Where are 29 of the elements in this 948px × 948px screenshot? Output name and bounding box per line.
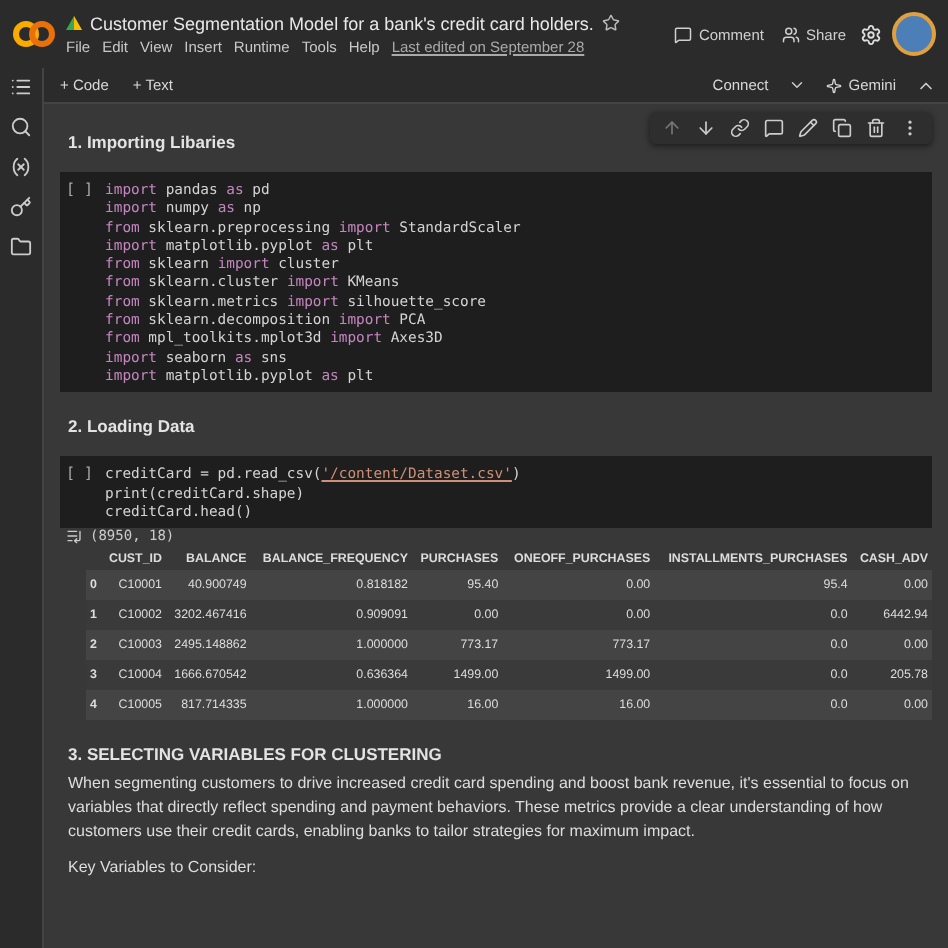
move-up-icon[interactable] [662, 118, 682, 138]
move-down-icon[interactable] [696, 118, 716, 138]
avatar[interactable] [892, 12, 936, 56]
link-icon[interactable] [730, 118, 750, 138]
delete-icon[interactable] [866, 118, 886, 138]
notebook-title[interactable]: Customer Segmentation Model for a bank's credit card holders. [90, 13, 594, 33]
edit-icon[interactable] [798, 118, 818, 138]
sparkle-icon [826, 77, 843, 93]
people-icon [781, 25, 800, 43]
section-heading: 2. Loading Data [66, 414, 197, 441]
section-heading: 1. Importing Libaries [66, 130, 238, 156]
drive-icon [66, 15, 82, 31]
variables-icon[interactable] [10, 156, 32, 178]
code-cell[interactable] [60, 172, 932, 393]
key-icon[interactable] [10, 196, 32, 218]
copy-icon[interactable] [832, 118, 852, 138]
folder-icon[interactable] [10, 236, 32, 258]
contents-icon[interactable] [10, 76, 32, 98]
paragraph: When segmenting customers to drive increased credit card spending and boost bank revenue, it's essential to focus on variables that directly reflect spending and payment behaviors. These metrics provide a clear understanding of how customers use their credit cards, enabling banks to tailor strategies for maximum impact. [66, 772, 911, 845]
comment-icon [674, 25, 693, 43]
paragraph: Key Variables to Consider: [66, 856, 259, 881]
logo-icon [12, 20, 56, 48]
comment-icon[interactable] [764, 118, 784, 138]
dropdown-icon[interactable] [788, 76, 807, 94]
star-icon[interactable] [601, 14, 620, 32]
search-icon[interactable] [10, 116, 32, 138]
output-icon[interactable] [66, 528, 82, 545]
settings-icon[interactable] [860, 23, 882, 45]
section-heading: 3. SELECTING VARIABLES FOR CLUSTERING [66, 742, 444, 769]
